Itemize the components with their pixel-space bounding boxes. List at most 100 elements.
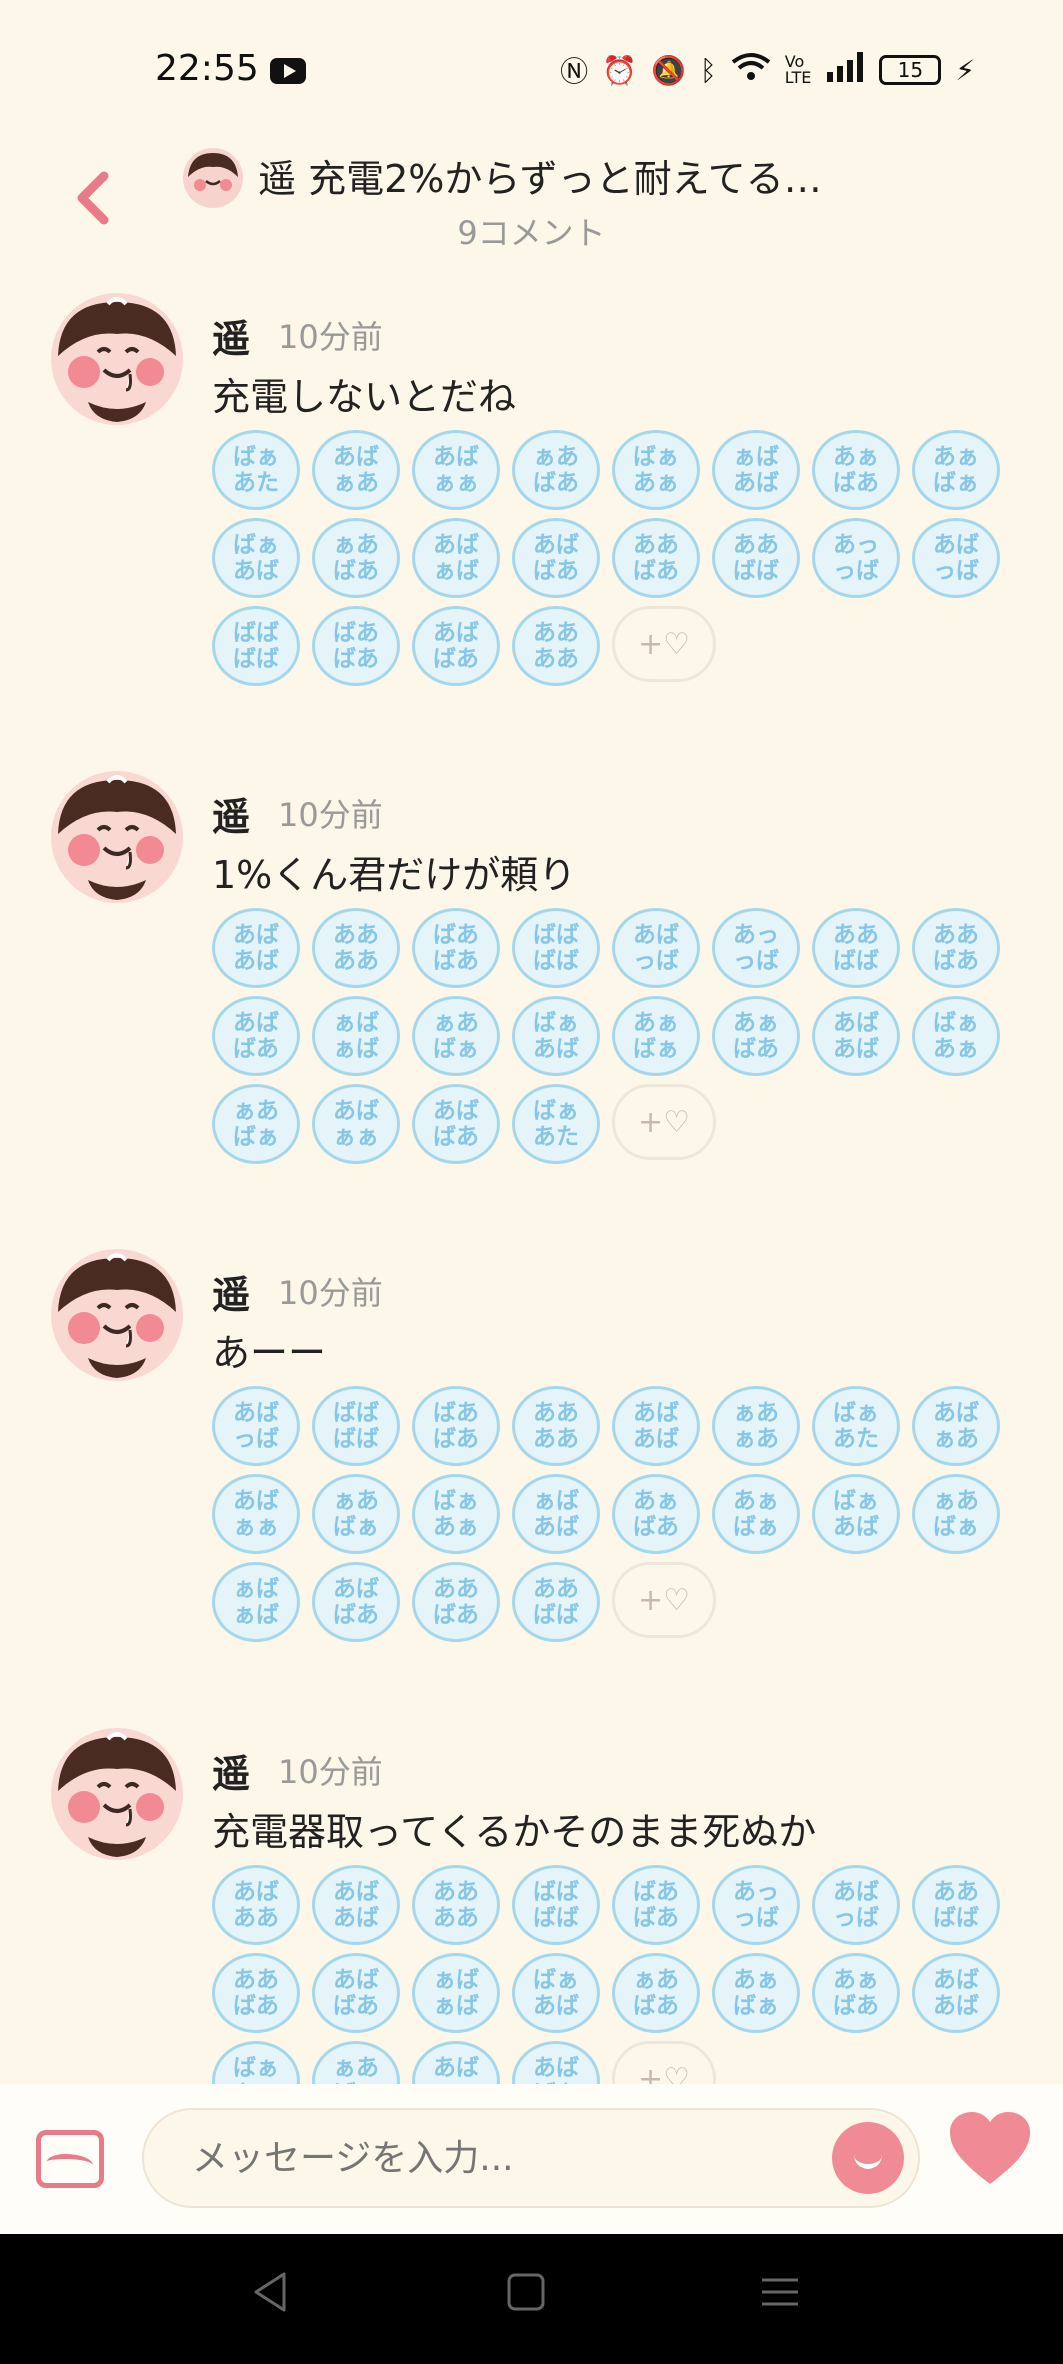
reaction-stamp[interactable]: あば っば: [912, 518, 1000, 598]
reaction-stamp[interactable]: あば あば: [312, 1865, 400, 1945]
reaction-stamp[interactable]: ああ ばば: [812, 908, 900, 988]
reaction-stamp[interactable]: あば ばあ: [312, 1562, 400, 1642]
youtube-icon: [270, 58, 306, 84]
reaction-stamp[interactable]: あぁ ばぁ: [712, 1474, 800, 1554]
comment-text: 1%くん君だけが頼り: [212, 853, 577, 897]
comment-author[interactable]: 遥: [212, 1743, 250, 1798]
reaction-stamp[interactable]: あぁ ばぁ: [612, 996, 700, 1076]
reaction-stamp[interactable]: ばぁ あた: [212, 430, 300, 510]
reaction-stamp[interactable]: ばぁ あぁ: [912, 996, 1000, 1076]
reaction-stamp[interactable]: あば ぁあ: [312, 430, 400, 510]
reaction-stamp[interactable]: ああ ああ: [312, 908, 400, 988]
reaction-stamp[interactable]: あば ぁば: [412, 518, 500, 598]
reaction-stamp[interactable]: ばあ ばあ: [412, 1386, 500, 1466]
reaction-stamp[interactable]: あば あば: [212, 908, 300, 988]
reaction-stamp[interactable]: あば あば: [812, 996, 900, 1076]
reaction-stamp[interactable]: あば ばあ: [312, 1953, 400, 2033]
reaction-stamp[interactable]: あっ っば: [712, 1865, 800, 1945]
reaction-stamp[interactable]: ばあ ばあ: [412, 908, 500, 988]
reaction-stamp[interactable]: あっ っば: [712, 908, 800, 988]
reaction-stamp[interactable]: あば あば: [612, 1386, 700, 1466]
reaction-stamp[interactable]: ばぁ あた: [812, 1386, 900, 1466]
add-reaction-button[interactable]: +♡: [612, 1562, 716, 1638]
reaction-stamp[interactable]: ばば ばば: [512, 1865, 600, 1945]
reaction-stamp[interactable]: ばぁ あば: [812, 1474, 900, 1554]
reaction-stamp[interactable]: あば っば: [612, 908, 700, 988]
reaction-stamp[interactable]: ぁば あば: [712, 430, 800, 510]
reaction-stamp[interactable]: あば ぁあ: [912, 1386, 1000, 1466]
reaction-stamp[interactable]: ああ ああ: [412, 1865, 500, 1945]
reaction-stamp[interactable]: ああ ばあ: [212, 1953, 300, 2033]
reaction-stamps: あば あば ああ ああ ばあ ばあ ばば ばば あば っば あっ っば ああ ばば ああ ばあ…: [212, 908, 1032, 1164]
reaction-stamp[interactable]: ばあ ばあ: [312, 606, 400, 686]
reaction-stamp[interactable]: ばあ ばあ: [612, 1865, 700, 1945]
reaction-stamp[interactable]: ぁあ ばぁ: [912, 1474, 1000, 1554]
reaction-stamp[interactable]: あば ばあ: [512, 518, 600, 598]
reaction-stamp[interactable]: あば ばあ: [212, 996, 300, 1076]
reaction-stamp[interactable]: あば あば: [912, 1953, 1000, 2033]
message-input[interactable]: [142, 2108, 920, 2208]
reaction-stamp[interactable]: あぁ ばぁ: [712, 1953, 800, 2033]
reaction-stamp[interactable]: あば ぁぁ: [412, 430, 500, 510]
reaction-stamp[interactable]: ばば ばば: [312, 1386, 400, 1466]
reaction-stamp[interactable]: あば ああ: [212, 1865, 300, 1945]
comment-avatar[interactable]: [48, 290, 186, 428]
reaction-stamp[interactable]: ばぁ あぁ: [412, 1474, 500, 1554]
reaction-stamp[interactable]: ばぁ あば: [512, 996, 600, 1076]
reaction-stamp[interactable]: ばば ばば: [212, 606, 300, 686]
comment-avatar[interactable]: [48, 1725, 186, 1863]
reaction-stamp[interactable]: ぁば ぁば: [412, 1953, 500, 2033]
reaction-stamp[interactable]: ぁあ ぁあ: [712, 1386, 800, 1466]
reaction-stamp[interactable]: ああ ばば: [912, 1865, 1000, 1945]
comment-author[interactable]: 遥: [212, 786, 250, 841]
reaction-stamp[interactable]: ぁば あば: [512, 1474, 600, 1554]
add-reaction-button[interactable]: +♡: [612, 1084, 716, 1160]
reaction-stamp[interactable]: ぁあ ばあ: [612, 1953, 700, 2033]
emoji-button[interactable]: [832, 2122, 904, 2194]
reaction-stamp[interactable]: あば っば: [812, 1865, 900, 1945]
reaction-stamp[interactable]: あば ぁぁ: [212, 1474, 300, 1554]
comment-author[interactable]: 遥: [212, 1264, 250, 1319]
reaction-stamp[interactable]: あば ばあ: [412, 606, 500, 686]
reaction-stamp[interactable]: ぁあ ばあ: [512, 430, 600, 510]
reaction-stamp[interactable]: あぁ ばぁ: [912, 430, 1000, 510]
reaction-stamp[interactable]: ばぁ あぁ: [612, 430, 700, 510]
nav-menu-icon[interactable]: [758, 2270, 802, 2314]
reaction-stamp[interactable]: ああ ばば: [712, 518, 800, 598]
reaction-stamp[interactable]: ああ ああ: [512, 606, 600, 686]
image-attach-icon[interactable]: [36, 2130, 104, 2188]
add-reaction-button[interactable]: +♡: [612, 606, 716, 682]
reaction-stamp[interactable]: ぁあ ばあ: [312, 518, 400, 598]
reaction-stamp[interactable]: ばば ばば: [512, 908, 600, 988]
reaction-stamp[interactable]: ああ ばあ: [412, 1562, 500, 1642]
nav-back-icon[interactable]: [250, 2270, 294, 2314]
reaction-stamp[interactable]: あぁ ばあ: [612, 1474, 700, 1554]
reaction-stamp[interactable]: ぁば ぁば: [312, 996, 400, 1076]
reaction-stamp[interactable]: あぁ ばあ: [812, 1953, 900, 2033]
comment-avatar[interactable]: [48, 1246, 186, 1384]
reaction-stamp[interactable]: ばぁ あば: [512, 1953, 600, 2033]
reaction-stamp[interactable]: ああ ばあ: [912, 908, 1000, 988]
reaction-stamp[interactable]: あっ っば: [812, 518, 900, 598]
nfc-icon: Ⓝ: [560, 55, 589, 88]
comment-author[interactable]: 遥: [212, 308, 250, 363]
alarm-icon: ⏰: [602, 53, 638, 87]
reaction-stamp[interactable]: ぁあ ばぁ: [412, 996, 500, 1076]
reaction-stamp[interactable]: あば ばあ: [412, 1084, 500, 1164]
reaction-stamp[interactable]: ああ ああ: [512, 1386, 600, 1466]
like-heart-button[interactable]: [948, 2110, 1032, 2201]
reaction-stamp[interactable]: あば ぁぁ: [312, 1084, 400, 1164]
reaction-stamp[interactable]: ぁば ぁば: [212, 1562, 300, 1642]
charging-icon: ⚡: [955, 53, 975, 87]
nav-home-icon[interactable]: [504, 2270, 548, 2314]
reaction-stamp[interactable]: ああ ばば: [512, 1562, 600, 1642]
reaction-stamp[interactable]: ぁあ ばぁ: [312, 1474, 400, 1554]
reaction-stamp[interactable]: あば っば: [212, 1386, 300, 1466]
reaction-stamp[interactable]: ああ ばあ: [612, 518, 700, 598]
reaction-stamp[interactable]: あぁ ばあ: [712, 996, 800, 1076]
reaction-stamp[interactable]: ばぁ あば: [212, 518, 300, 598]
comment-avatar[interactable]: [48, 768, 186, 906]
reaction-stamp[interactable]: ぁあ ばぁ: [212, 1084, 300, 1164]
reaction-stamp[interactable]: ばぁ あた: [512, 1084, 600, 1164]
reaction-stamp[interactable]: あぁ ばあ: [812, 430, 900, 510]
